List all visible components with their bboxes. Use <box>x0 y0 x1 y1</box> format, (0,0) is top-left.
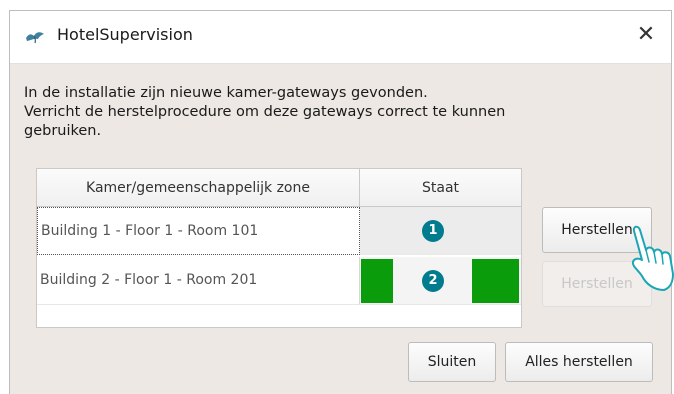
callout-badge: 2 <box>422 270 444 292</box>
close-icon[interactable]: ✕ <box>633 22 659 48</box>
message-line: gebruiken. <box>24 123 102 139</box>
state-cell: 2 <box>360 257 521 305</box>
info-message: In de installatie zijn nieuwe kamer-gate… <box>24 84 624 141</box>
message-line: Verricht de herstelprocedure om deze gat… <box>24 104 506 120</box>
progress-segment <box>361 259 393 303</box>
message-line: In de installatie zijn nieuwe kamer-gate… <box>24 85 428 101</box>
table-row[interactable]: Building 2 - Floor 1 - Room 201 2 <box>37 257 521 305</box>
hotel-supervision-dialog: HotelSupervision ✕ In de installatie zij… <box>9 10 672 394</box>
room-cell[interactable]: Building 2 - Floor 1 - Room 201 <box>37 257 360 305</box>
state-cell: 1 <box>360 207 521 255</box>
gateway-table: Kamer/gemeenschappelijk zone Staat Build… <box>36 168 522 328</box>
column-header-state[interactable]: Staat <box>360 169 521 207</box>
window-title: HotelSupervision <box>57 25 193 44</box>
progress-segment <box>472 259 519 303</box>
restore-all-button[interactable]: Alles herstellen <box>505 342 653 382</box>
title-bar: HotelSupervision ✕ <box>10 11 671 64</box>
room-cell[interactable]: Building 1 - Floor 1 - Room 101 <box>37 207 360 255</box>
hand-pointer-icon <box>631 225 674 291</box>
callout-badge: 1 <box>422 220 444 242</box>
close-button[interactable]: Sluiten <box>408 342 496 382</box>
table-row[interactable]: Building 1 - Floor 1 - Room 101 1 <box>37 207 521 255</box>
column-header-room[interactable]: Kamer/gemeenschappelijk zone <box>37 169 360 207</box>
app-logo-icon <box>26 32 44 44</box>
